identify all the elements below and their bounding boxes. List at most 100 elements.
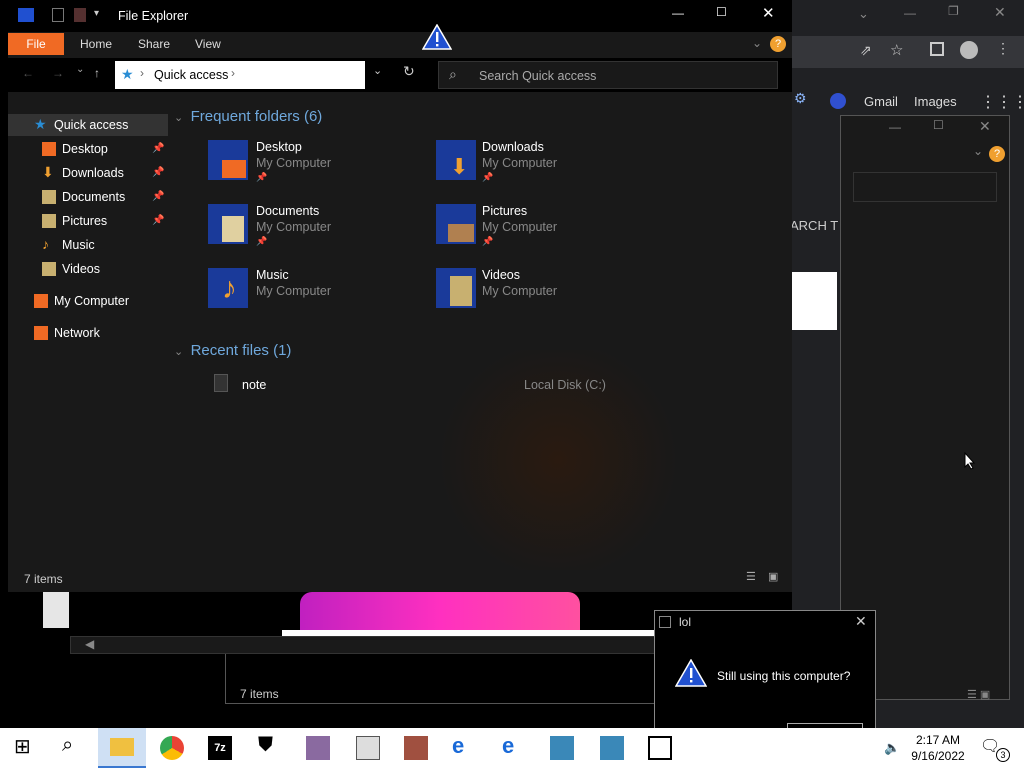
sidebar-icon[interactable] — [930, 42, 944, 56]
details-view-icon[interactable]: ☰ — [746, 570, 756, 583]
folder-location: My Computer — [256, 220, 332, 234]
taskbar-file-explorer[interactable] — [98, 728, 146, 768]
app-icon[interactable] — [550, 736, 574, 760]
shield-icon[interactable]: ⛊ — [258, 734, 282, 758]
folder-tile-videos[interactable]: Videos My Computer — [436, 268, 656, 316]
app-icon[interactable] — [600, 736, 624, 760]
forward-arrow-icon[interactable]: → — [52, 66, 64, 80]
horizontal-scrollbar[interactable]: ◀ — [70, 636, 690, 654]
close-icon[interactable]: ✕ — [979, 118, 991, 135]
folder-tile-downloads[interactable]: ⬇ Downloads My Computer 📌 — [436, 140, 656, 188]
tab-share[interactable]: Share — [138, 33, 170, 55]
emoji-icon[interactable] — [830, 93, 846, 109]
pin-icon[interactable]: 📌 — [152, 162, 164, 184]
back-arrow-icon[interactable]: ← — [22, 66, 34, 80]
sidebar-item-downloads[interactable]: ⬇ Downloads 📌 — [8, 162, 168, 184]
minimize-icon[interactable]: — — [904, 6, 916, 20]
internet-explorer-icon[interactable]: e — [502, 733, 526, 758]
clock[interactable]: 2:17 AM 9/16/2022 — [908, 732, 968, 764]
recent-files-header[interactable]: ⌄ Recent files (1) — [174, 342, 291, 359]
address-dropdown-icon[interactable]: ⌄ — [373, 64, 382, 77]
collapse-chevron-icon[interactable]: ⌄ — [174, 346, 183, 358]
address-bar[interactable]: ★ › Quick access › — [115, 61, 365, 89]
clock-time: 2:17 AM — [915, 733, 961, 747]
windows-start-icon[interactable]: ⊞ — [14, 734, 38, 758]
minimize-icon[interactable]: — — [889, 120, 901, 134]
new-folder-icon[interactable] — [74, 8, 86, 22]
sidebar-item-documents[interactable]: Documents 📌 — [8, 186, 168, 208]
qat-dropdown-icon[interactable]: ▾ — [94, 8, 99, 19]
up-arrow-icon[interactable]: ↑ — [94, 66, 100, 80]
sidebar-item-desktop[interactable]: Desktop 📌 — [8, 138, 168, 160]
close-icon[interactable]: ✕ — [855, 613, 867, 630]
pin-icon[interactable]: 📌 — [152, 210, 164, 232]
folder-icon — [110, 738, 134, 756]
refresh-icon[interactable]: ↻ — [403, 63, 415, 80]
recent-locations-icon[interactable]: ⌄ — [76, 64, 84, 75]
details-view-icon[interactable]: ☰ ▣ — [967, 688, 990, 701]
file-location: Local Disk (C:) — [524, 378, 606, 392]
folder-location: My Computer — [256, 156, 332, 170]
app-icon[interactable] — [404, 736, 428, 760]
folder-tile-music[interactable]: ♪ Music My Computer — [208, 268, 428, 316]
minimize-icon[interactable]: — — [672, 6, 684, 20]
frequent-folders-header[interactable]: ⌄ Frequent folders (6) — [174, 108, 322, 125]
folder-overlay — [222, 160, 246, 178]
maximize-icon[interactable]: ☐ — [716, 5, 727, 19]
help-icon[interactable]: ? — [989, 146, 1005, 162]
maximize-icon[interactable]: ☐ — [933, 118, 944, 132]
sidebar-item-pictures[interactable]: Pictures 📌 — [8, 210, 168, 232]
sidebar-item-videos[interactable]: Videos — [8, 258, 168, 280]
internet-explorer-icon[interactable]: e — [452, 733, 476, 758]
apps-grid-icon[interactable]: ⋮⋮⋮ — [980, 92, 1024, 112]
ghost-search-box[interactable] — [853, 172, 997, 202]
tab-home[interactable]: Home — [80, 33, 112, 55]
restore-icon[interactable]: ❐ — [948, 4, 959, 18]
sidebar-item-music[interactable]: ♪ Music — [8, 234, 168, 256]
desktop-folder-icon — [42, 142, 56, 156]
collapse-chevron-icon[interactable]: ⌄ — [174, 112, 183, 124]
folder-location: My Computer — [482, 156, 558, 170]
breadcrumb[interactable]: Quick access — [154, 68, 228, 82]
close-icon[interactable]: ✕ — [762, 4, 775, 22]
app-icon[interactable] — [648, 736, 672, 760]
pin-icon[interactable]: 📌 — [152, 138, 164, 160]
help-icon[interactable]: ? — [770, 36, 786, 52]
chevron-down-icon[interactable]: ⌄ — [973, 144, 983, 158]
folder-tile-pictures[interactable]: Pictures My Computer 📌 — [436, 204, 656, 252]
volume-icon[interactable]: 🔈 — [884, 740, 900, 756]
large-icons-view-icon[interactable]: ▣ — [768, 570, 778, 583]
bookmark-star-icon[interactable]: ☆ — [890, 41, 903, 59]
search-icon[interactable]: ⌕ — [62, 734, 86, 758]
expand-ribbon-icon[interactable]: ⌄ — [752, 36, 762, 50]
sidebar-item-my-computer[interactable]: My Computer — [8, 290, 168, 312]
sidebar-item-quick-access[interactable]: ★ Quick access — [8, 114, 168, 136]
gmail-link[interactable]: Gmail — [864, 94, 898, 109]
sidebar-item-network[interactable]: Network — [8, 322, 168, 344]
settings-gear-icon[interactable]: ⚙ — [794, 90, 807, 107]
tab-view[interactable]: View — [195, 33, 221, 55]
sidebar-item-label: Music — [62, 238, 95, 252]
app-icon[interactable] — [306, 736, 330, 760]
images-link[interactable]: Images — [914, 94, 957, 109]
pin-icon[interactable]: 📌 — [152, 186, 164, 208]
more-menu-icon[interactable]: ⋮ — [996, 40, 1010, 57]
command-prompt-icon[interactable] — [356, 736, 380, 760]
7zip-icon[interactable]: 7z — [208, 736, 232, 760]
tab-file[interactable]: File — [8, 33, 64, 55]
recent-file-row[interactable]: note Local Disk (C:) — [208, 374, 768, 396]
chrome-icon[interactable] — [160, 736, 184, 760]
sidebar-item-label: Network — [54, 326, 100, 340]
search-box[interactable]: ⌕ Search Quick access — [438, 61, 778, 89]
share-icon[interactable]: ⇗ — [860, 42, 872, 59]
folder-tile-desktop[interactable]: Desktop My Computer 📌 — [208, 140, 428, 188]
downloads-folder-icon: ⬇ — [436, 140, 476, 180]
breadcrumb-chevron-icon[interactable]: › — [231, 66, 235, 80]
notification-badge: 3 — [996, 748, 1010, 762]
profile-avatar[interactable] — [960, 41, 978, 59]
properties-icon[interactable] — [52, 8, 64, 22]
close-icon[interactable]: ✕ — [994, 4, 1006, 21]
scroll-left-icon[interactable]: ◀ — [85, 637, 94, 651]
folder-tile-documents[interactable]: Documents My Computer 📌 — [208, 204, 428, 252]
chevron-down-icon[interactable]: ⌄ — [858, 6, 869, 22]
